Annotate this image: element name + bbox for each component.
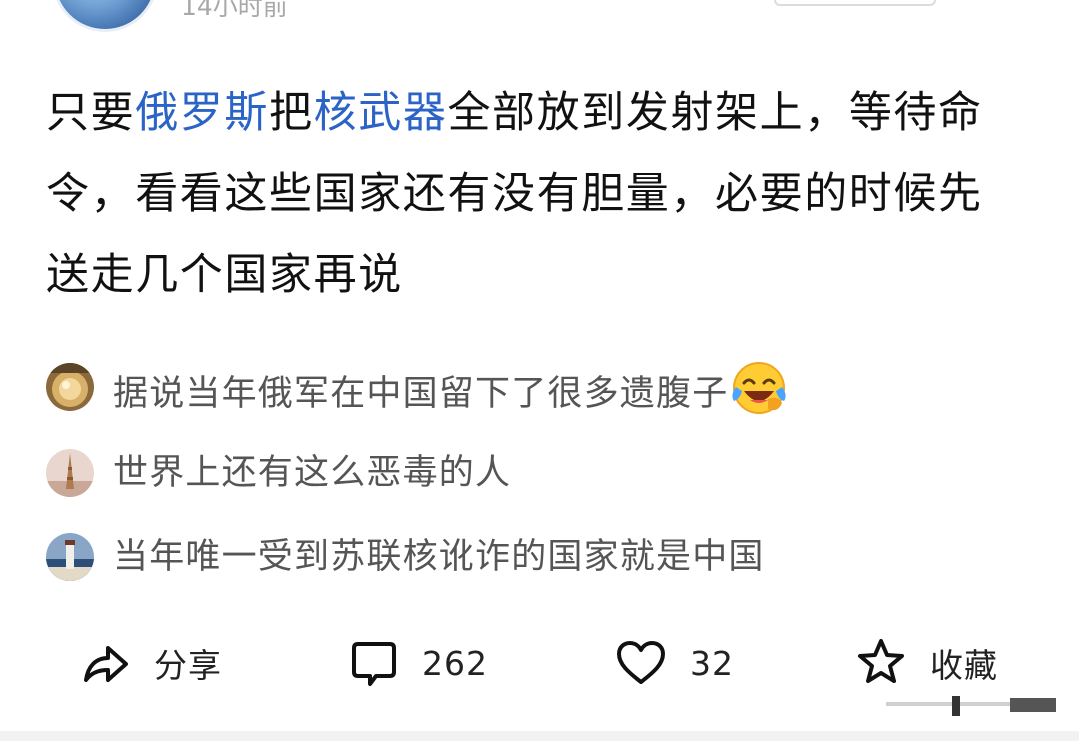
topic-link-nuclear-weapons[interactable]: 核武器 <box>314 88 448 138</box>
share-icon <box>84 646 128 682</box>
author-avatar[interactable] <box>52 0 158 32</box>
comment-item[interactable]: 世界上还有这么恶毒的人 <box>46 441 1046 497</box>
comment-text: 据说当年俄军在中国留下了很多遗腹子 <box>113 359 788 422</box>
comment-icon <box>352 642 396 686</box>
comment-item[interactable]: 据说当年俄军在中国留下了很多遗腹子 <box>46 355 1046 414</box>
comment-text: 世界上还有这么恶毒的人 <box>113 453 512 493</box>
star-icon <box>858 639 904 683</box>
topic-link-russia[interactable]: 俄罗斯 <box>135 88 269 138</box>
comment-button[interactable]: 262 <box>346 628 488 698</box>
comment-text: 当年唯一受到苏联核讹诈的国家就是中国 <box>113 537 765 577</box>
share-label: 分享 <box>154 646 222 685</box>
bottom-divider <box>0 731 1079 741</box>
favorite-button[interactable]: 收藏 <box>854 628 998 698</box>
action-bar: 分享 262 32 收藏 <box>0 628 1079 698</box>
commenter-avatar[interactable] <box>46 449 94 497</box>
post-content: 只要俄罗斯把核武器全部放到发射架上，等待命令，看看这些国家还有没有胆量，必要的时… <box>46 73 1021 316</box>
like-button[interactable]: 32 <box>614 628 734 698</box>
post-time: 14小时前 <box>181 0 288 21</box>
post-text: 只要 <box>46 88 136 138</box>
commenter-avatar[interactable] <box>46 533 94 581</box>
laughing-crying-emoji-icon <box>730 359 788 417</box>
post-text: 把 <box>269 88 314 138</box>
heart-icon <box>617 641 665 684</box>
comment-count: 262 <box>422 643 488 683</box>
share-button[interactable]: 分享 <box>78 628 222 698</box>
comment-item[interactable]: 当年唯一受到苏联核讹诈的国家就是中国 <box>46 525 1046 581</box>
post-header: 14小时前 <box>0 0 1079 32</box>
like-count: 32 <box>690 643 734 683</box>
commenter-avatar[interactable] <box>46 363 94 411</box>
favorite-label: 收藏 <box>930 646 998 685</box>
follow-button[interactable] <box>774 0 936 6</box>
watermark-graphic <box>886 690 1058 722</box>
